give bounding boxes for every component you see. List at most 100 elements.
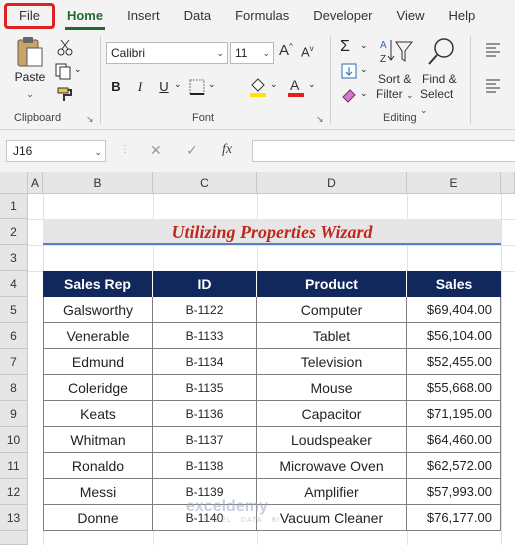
column-header-c[interactable]: C — [153, 172, 257, 194]
row-header-11[interactable]: 11 — [0, 453, 28, 479]
font-color-icon[interactable]: A — [286, 76, 304, 97]
cell-product[interactable]: Amplifier — [257, 479, 407, 505]
row-header-7[interactable]: 7 — [0, 349, 28, 375]
column-header-b[interactable]: B — [43, 172, 153, 194]
tab-developer[interactable]: Developer — [301, 0, 384, 32]
cell-sales[interactable]: $55,668.00 — [407, 375, 501, 401]
cell-sales-rep[interactable]: Whitman — [43, 427, 153, 453]
row-header-8[interactable]: 8 — [0, 375, 28, 401]
row-header-1[interactable]: 1 — [0, 194, 28, 219]
cell-sales-rep[interactable]: Coleridge — [43, 375, 153, 401]
cell-sales-rep[interactable]: Galsworthy — [43, 297, 153, 323]
tab-file[interactable]: File — [4, 3, 55, 29]
formula-input[interactable] — [252, 140, 515, 162]
cell-product[interactable]: Loudspeaker — [257, 427, 407, 453]
cell-sales-rep[interactable]: Ronaldo — [43, 453, 153, 479]
cell-sales[interactable]: $57,993.00 — [407, 479, 501, 505]
cell-product[interactable]: Computer — [257, 297, 407, 323]
tab-insert[interactable]: Insert — [115, 0, 172, 32]
chevron-down-icon[interactable]: ⌄ — [360, 40, 368, 51]
cell-sales[interactable]: $62,572.00 — [407, 453, 501, 479]
cell-id[interactable]: B-1137 — [153, 427, 257, 453]
row-header-5[interactable]: 5 — [0, 297, 28, 323]
column-header-f[interactable] — [501, 172, 515, 194]
row-header-13[interactable]: 13 — [0, 505, 28, 531]
font-size-select[interactable]: 11 ⌄ — [230, 42, 274, 64]
tab-help[interactable]: Help — [436, 0, 487, 32]
row-header-12[interactable]: 12 — [0, 479, 28, 505]
cell-product[interactable]: Microwave Oven — [257, 453, 407, 479]
copy-icon[interactable] — [54, 62, 72, 80]
cell-sales[interactable]: $64,460.00 — [407, 427, 501, 453]
cell-sales-rep[interactable]: Donne — [43, 505, 153, 531]
cell-sales[interactable]: $76,177.00 — [407, 505, 501, 531]
italic-button[interactable]: I — [130, 76, 150, 98]
chevron-down-icon[interactable]: ⌄ — [208, 79, 216, 90]
cell-product[interactable]: Capacitor — [257, 401, 407, 427]
align-left-icon[interactable] — [484, 76, 502, 94]
select-all-corner[interactable] — [0, 172, 28, 194]
header-cell-id[interactable]: ID — [153, 271, 257, 297]
header-cell-sales[interactable]: Sales — [407, 271, 501, 297]
cell-id[interactable]: B-1122 — [153, 297, 257, 323]
cell-id[interactable]: B-1136 — [153, 401, 257, 427]
fill-color-icon[interactable] — [248, 76, 266, 97]
dialog-launcher-icon[interactable]: ↘ — [316, 114, 324, 125]
enter-check-icon[interactable]: ✓ — [186, 142, 198, 159]
column-header-e[interactable]: E — [407, 172, 501, 194]
cell-sales-rep[interactable]: Messi — [43, 479, 153, 505]
cell-id[interactable]: B-1134 — [153, 349, 257, 375]
chevron-down-icon[interactable]: ⌄ — [360, 88, 368, 99]
name-box[interactable]: J16 ⌄ — [6, 140, 106, 162]
row-header-9[interactable]: 9 — [0, 401, 28, 427]
column-header-a[interactable]: A — [28, 172, 43, 194]
chevron-down-icon[interactable]: ⌄ — [270, 79, 278, 90]
row-header-3[interactable]: 3 — [0, 245, 28, 271]
bold-button[interactable]: B — [106, 76, 126, 98]
fill-down-icon[interactable] — [340, 62, 358, 80]
insert-function-icon[interactable]: fx — [222, 142, 232, 158]
borders-icon[interactable] — [188, 78, 206, 96]
align-left-icon[interactable] — [484, 40, 502, 58]
cell-id[interactable]: B-1133 — [153, 323, 257, 349]
row-header-10[interactable]: 10 — [0, 427, 28, 453]
row-header-6[interactable]: 6 — [0, 323, 28, 349]
cancel-icon[interactable]: ✕ — [150, 142, 162, 159]
cell-id[interactable]: B-1135 — [153, 375, 257, 401]
row-header-2[interactable]: 2 — [0, 219, 28, 245]
cell-sales[interactable]: $52,455.00 — [407, 349, 501, 375]
chevron-down-icon[interactable]: ⌄ — [174, 79, 182, 90]
cell-sales-rep[interactable]: Edmund — [43, 349, 153, 375]
header-cell-product[interactable]: Product — [257, 271, 407, 297]
find-select-button[interactable]: Find & Select ⌄ — [420, 36, 464, 115]
autosum-icon[interactable]: Σ — [340, 38, 358, 56]
underline-button[interactable]: U — [154, 76, 174, 98]
shrink-font-button[interactable]: Av — [301, 44, 314, 59]
cut-icon[interactable] — [56, 38, 74, 56]
cell-product[interactable]: Television — [257, 349, 407, 375]
row-header-14[interactable] — [0, 531, 28, 545]
format-painter-icon[interactable] — [56, 86, 74, 104]
tab-view[interactable]: View — [385, 0, 437, 32]
tab-home[interactable]: Home — [55, 0, 115, 32]
dialog-launcher-icon[interactable]: ↘ — [86, 114, 94, 125]
cell-id[interactable]: B-1138 — [153, 453, 257, 479]
font-name-select[interactable]: Calibri ⌄ — [106, 42, 228, 64]
row-header-4[interactable]: 4 — [0, 271, 28, 297]
cell-sales-rep[interactable]: Venerable — [43, 323, 153, 349]
sort-filter-button[interactable]: A Z Sort & Filter ⌄ — [376, 36, 418, 108]
chevron-down-icon[interactable]: ⌄ — [308, 79, 316, 90]
sheet-title-cell[interactable]: Utilizing Properties Wizard — [43, 219, 501, 245]
cell-product[interactable]: Mouse — [257, 375, 407, 401]
cell-sales[interactable]: $56,104.00 — [407, 323, 501, 349]
tab-data[interactable]: Data — [172, 0, 223, 32]
cell-sales-rep[interactable]: Keats — [43, 401, 153, 427]
grow-font-button[interactable]: A^ — [279, 42, 293, 59]
chevron-down-icon[interactable]: ⌄ — [360, 64, 368, 75]
cell-sales[interactable]: $69,404.00 — [407, 297, 501, 323]
header-cell-sales-rep[interactable]: Sales Rep — [43, 271, 153, 297]
tab-formulas[interactable]: Formulas — [223, 0, 301, 32]
column-header-d[interactable]: D — [257, 172, 407, 194]
copy-dropdown-icon[interactable]: ⌄ — [74, 64, 82, 75]
cell-sales[interactable]: $71,195.00 — [407, 401, 501, 427]
